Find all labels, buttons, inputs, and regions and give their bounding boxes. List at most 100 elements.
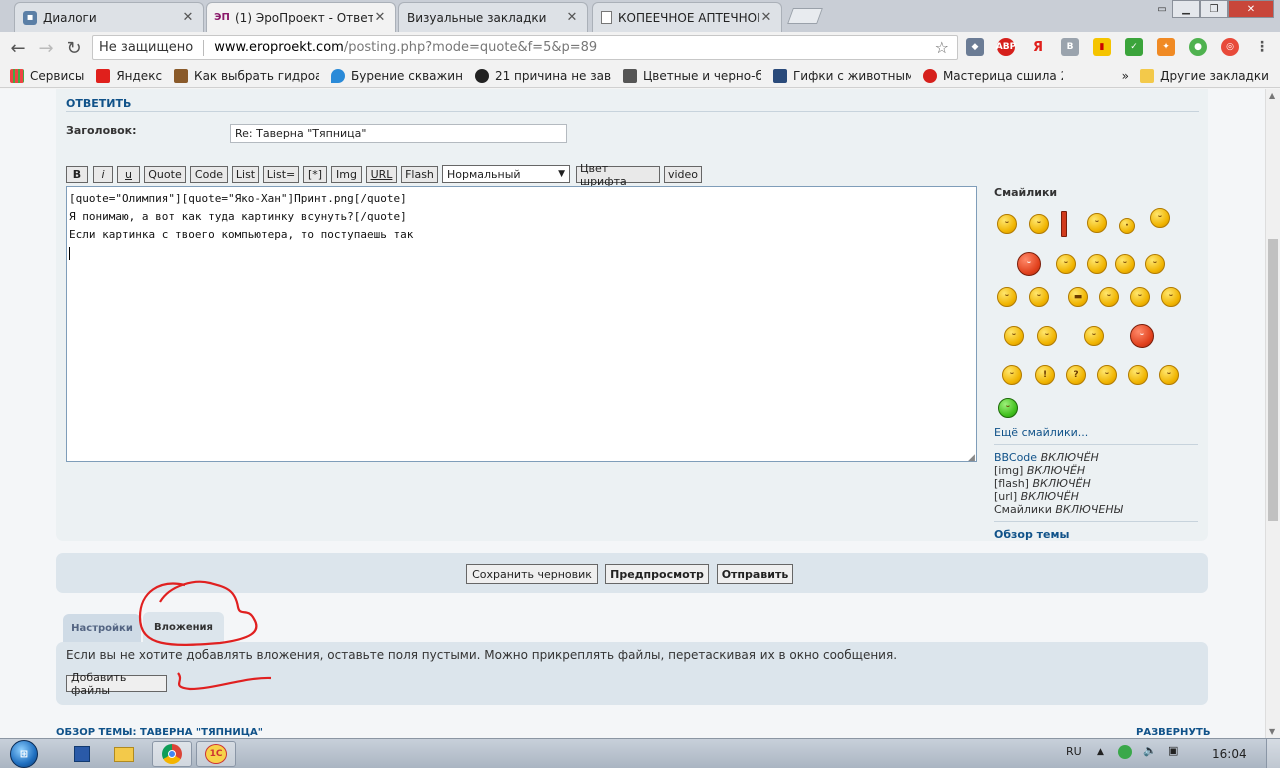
close-icon[interactable]: ✕ — [565, 10, 579, 25]
smiley-icon[interactable]: ᵕ — [1150, 208, 1170, 228]
puzzle-icon[interactable]: ✦ — [1157, 38, 1175, 56]
smiley-icon[interactable]: ᵕ — [1115, 254, 1135, 274]
vk-icon[interactable]: В — [1061, 38, 1079, 56]
show-desktop-button[interactable] — [1266, 739, 1280, 768]
smiley-icon[interactable]: ▬ — [1068, 287, 1088, 307]
bookmark-item[interactable]: Бурение скважин — [331, 68, 463, 83]
smiley-icon[interactable]: ᵕ — [1002, 365, 1022, 385]
url-button[interactable]: URL — [366, 166, 397, 183]
network-icon[interactable]: ▣ — [1168, 744, 1178, 757]
topic-review-heading[interactable]: ОБЗОР ТЕМЫ: ТАВЕРНА "ТЯПНИЦА" — [56, 727, 263, 738]
more-smilies-link[interactable]: Ещё смайлики... — [994, 426, 1088, 439]
smiley-icon[interactable]: ᵕ — [1130, 287, 1150, 307]
smiley-icon[interactable]: ᵕ — [1099, 287, 1119, 307]
bbcode-link[interactable]: BBCode — [994, 451, 1037, 464]
frog-icon[interactable]: ● — [1189, 38, 1207, 56]
shield-icon[interactable]: ✓ — [1125, 38, 1143, 56]
close-icon[interactable]: ✕ — [181, 10, 195, 25]
yandex-icon[interactable]: Я — [1029, 38, 1047, 56]
exclamation-smiley-icon[interactable]: ! — [1035, 365, 1055, 385]
smiley-icon[interactable]: ᵕ — [997, 287, 1017, 307]
smiley-icon[interactable]: ᵕ — [1029, 287, 1049, 307]
taskbar-chrome[interactable] — [152, 741, 192, 767]
bookmark-services[interactable]: Сервисы — [10, 68, 84, 83]
security-indicator[interactable]: Не защищено — [99, 40, 193, 55]
underline-button[interactable]: u — [117, 166, 140, 183]
tab-eroproekt[interactable]: ЭП (1) ЭроПроект - Ответит ✕ — [206, 2, 396, 32]
smiley-icon[interactable]: ᵕ — [1037, 326, 1057, 346]
submit-button[interactable]: Отправить — [717, 564, 793, 584]
list-item-button[interactable]: [*] — [303, 166, 327, 183]
save-draft-button[interactable]: Сохранить черновик — [466, 564, 598, 584]
code-button[interactable]: Code — [190, 166, 228, 183]
bookmark-item[interactable]: Гифки с животными — [772, 68, 911, 83]
tray-expand-icon[interactable]: ▲ — [1097, 747, 1104, 757]
tab-visual-bookmarks[interactable]: Визуальные закладки ✕ — [398, 2, 588, 32]
start-button[interactable]: ⊞ — [2, 739, 46, 768]
bookmark-yandex[interactable]: Яндекс — [96, 68, 162, 83]
smiley-icon[interactable]: ᵕ — [1145, 254, 1165, 274]
flash-button[interactable]: Flash — [401, 166, 438, 183]
quote-button[interactable]: Quote — [144, 166, 186, 183]
tab-pharmacy[interactable]: КОПЕЕЧНОЕ АПТЕЧНОЕ ✕ — [592, 2, 782, 32]
font-color-button[interactable]: Цвет шрифта — [576, 162, 660, 188]
idea-smiley-icon[interactable]: ᵕ — [1097, 365, 1117, 385]
flag-icon[interactable]: ▮ — [1093, 38, 1111, 56]
bookmark-item[interactable]: 21 причина не завод — [474, 68, 611, 83]
scroll-up-icon[interactable]: ▲ — [1269, 91, 1275, 100]
bookmark-item[interactable]: Мастерица сшила 2 — [922, 68, 1063, 83]
bookmark-item[interactable]: Цветные и черно-бе — [622, 68, 761, 83]
img-button[interactable]: Img — [331, 166, 362, 183]
other-bookmarks[interactable]: Другие закладки — [1140, 68, 1268, 83]
close-icon[interactable]: ✕ — [373, 10, 387, 25]
taskbar-explorer[interactable] — [62, 741, 102, 767]
bookmark-item[interactable]: Как выбрать гидроак — [174, 68, 319, 83]
expand-link[interactable]: РАЗВЕРНУТЬ — [1136, 727, 1210, 738]
topic-review-link[interactable]: Обзор темы — [994, 528, 1069, 541]
forward-icon[interactable]: → — [34, 36, 58, 60]
bold-button[interactable]: B — [66, 166, 88, 183]
profile-icon[interactable]: ▭ — [1152, 0, 1172, 18]
taskbar-1c[interactable]: 1С — [196, 741, 236, 767]
close-window-button[interactable]: ✕ — [1228, 0, 1274, 18]
minimize-button[interactable]: ▁ — [1172, 0, 1200, 18]
back-icon[interactable]: ← — [6, 36, 30, 60]
extension-icon[interactable]: ◆ — [966, 38, 984, 56]
reload-icon[interactable]: ↻ — [62, 36, 86, 60]
ordered-list-button[interactable]: List= — [263, 166, 299, 183]
smiley-icon[interactable]: ᵕ — [1159, 365, 1179, 385]
message-textarea[interactable]: [quote="Олимпия"][quote="Яко-Хан"]Принт.… — [66, 186, 977, 462]
smiley-icon[interactable]: ᵕ — [1004, 326, 1024, 346]
scroll-down-icon[interactable]: ▼ — [1269, 727, 1275, 736]
adblock-icon[interactable]: ABP — [996, 38, 1016, 56]
smiley-icon[interactable]: ᵕ — [1161, 287, 1181, 307]
volume-icon[interactable]: 🔈 — [1143, 744, 1157, 757]
smiley-icon[interactable]: ᵕ — [1087, 213, 1107, 233]
devil-smiley-icon[interactable]: ᵕ — [1017, 252, 1041, 276]
smiley-icon[interactable]: ᵕ — [1087, 254, 1107, 274]
smiley-icon[interactable]: ᵕ — [997, 214, 1017, 234]
close-icon[interactable]: ✕ — [759, 10, 773, 25]
smiley-icon[interactable]: ᵕ — [1029, 214, 1049, 234]
page-scrollbar[interactable]: ▲ ▼ — [1265, 89, 1280, 738]
target-icon[interactable]: ◎ — [1221, 38, 1239, 56]
skype-icon[interactable] — [1118, 745, 1132, 759]
smiley-icon[interactable]: ᵕ — [1056, 254, 1076, 274]
green-smiley-icon[interactable]: ᵕ — [998, 398, 1018, 418]
maximize-button[interactable]: ❐ — [1200, 0, 1228, 18]
taskbar-folder[interactable] — [104, 741, 144, 767]
italic-button[interactable]: i — [93, 166, 113, 183]
menu-icon[interactable]: ⋮ — [1253, 38, 1271, 56]
smiley-icon[interactable]: ᵕ — [1084, 326, 1104, 346]
smiley-icon[interactable]: ᵕ — [1128, 365, 1148, 385]
new-tab-button[interactable] — [787, 8, 823, 24]
bookmark-star-icon[interactable]: ☆ — [935, 38, 949, 57]
question-smiley-icon[interactable]: ? — [1066, 365, 1086, 385]
smiley-icon[interactable] — [1061, 211, 1067, 237]
tab-dialogs[interactable]: ▪ Диалоги ✕ — [14, 2, 204, 32]
address-bar[interactable]: Не защищено www.eroproekt.com/posting.ph… — [92, 35, 958, 60]
preview-button[interactable]: Предпросмотр — [605, 564, 709, 584]
clock[interactable]: 16:04 — [1212, 747, 1247, 761]
smiley-icon[interactable]: · — [1119, 218, 1135, 234]
resize-grip-icon[interactable]: ◢ — [968, 453, 975, 463]
